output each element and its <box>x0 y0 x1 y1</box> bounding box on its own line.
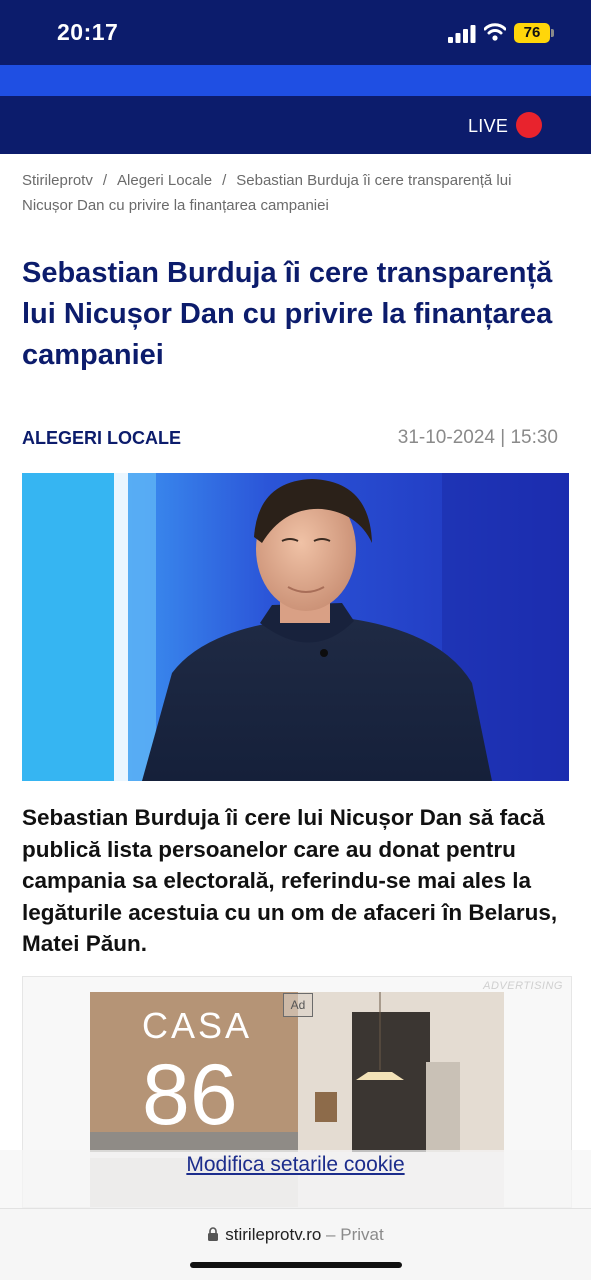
article-lead: Sebastian Burduja îi cere lui Nicușor Da… <box>22 805 558 956</box>
ad-brand-line1: CASA <box>142 1005 252 1046</box>
live-indicator-icon[interactable] <box>516 112 542 138</box>
signal-icon <box>448 25 476 43</box>
ad-brand-line2: 86 <box>142 1047 238 1143</box>
url-separator: – <box>326 1225 336 1244</box>
breadcrumb-home-link[interactable]: Stirileprotv <box>22 172 93 189</box>
wifi-icon <box>484 23 506 41</box>
battery-tip <box>551 29 554 37</box>
live-button[interactable]: LIVE <box>468 116 508 137</box>
status-time: 20:17 <box>57 19 119 45</box>
cookie-settings-link[interactable]: Modifica setarile cookie <box>0 1153 591 1177</box>
battery-icon: 76 <box>514 23 554 43</box>
breadcrumb-separator: / <box>102 172 108 189</box>
breadcrumb-category-link[interactable]: Alegeri Locale <box>117 172 212 189</box>
article-title: Sebastian Burduja îi cere transparență l… <box>22 257 553 371</box>
article-hero-image <box>22 473 569 781</box>
battery-level: 76 <box>514 23 550 43</box>
accent-stripe <box>0 65 591 96</box>
lock-icon <box>208 1227 219 1241</box>
home-indicator[interactable] <box>190 1262 402 1268</box>
private-mode-label: Privat <box>340 1225 384 1244</box>
article-category-link[interactable]: ALEGERI LOCALE <box>22 428 181 449</box>
url-domain: stirileprotv.ro <box>225 1225 322 1244</box>
ad-label: ADVERTISING <box>483 980 563 992</box>
hero-photo-illustration <box>22 473 569 781</box>
url-row[interactable]: stirileprotv.ro – Privat <box>0 1225 591 1245</box>
article-date: 31-10-2024 | 15:30 <box>397 427 558 448</box>
breadcrumb: Stirileprotv / Alegeri Locale / Sebastian Bu… <box>22 168 562 218</box>
breadcrumb-separator: / <box>222 172 227 189</box>
ad-info-badge[interactable]: Ad <box>283 993 313 1017</box>
